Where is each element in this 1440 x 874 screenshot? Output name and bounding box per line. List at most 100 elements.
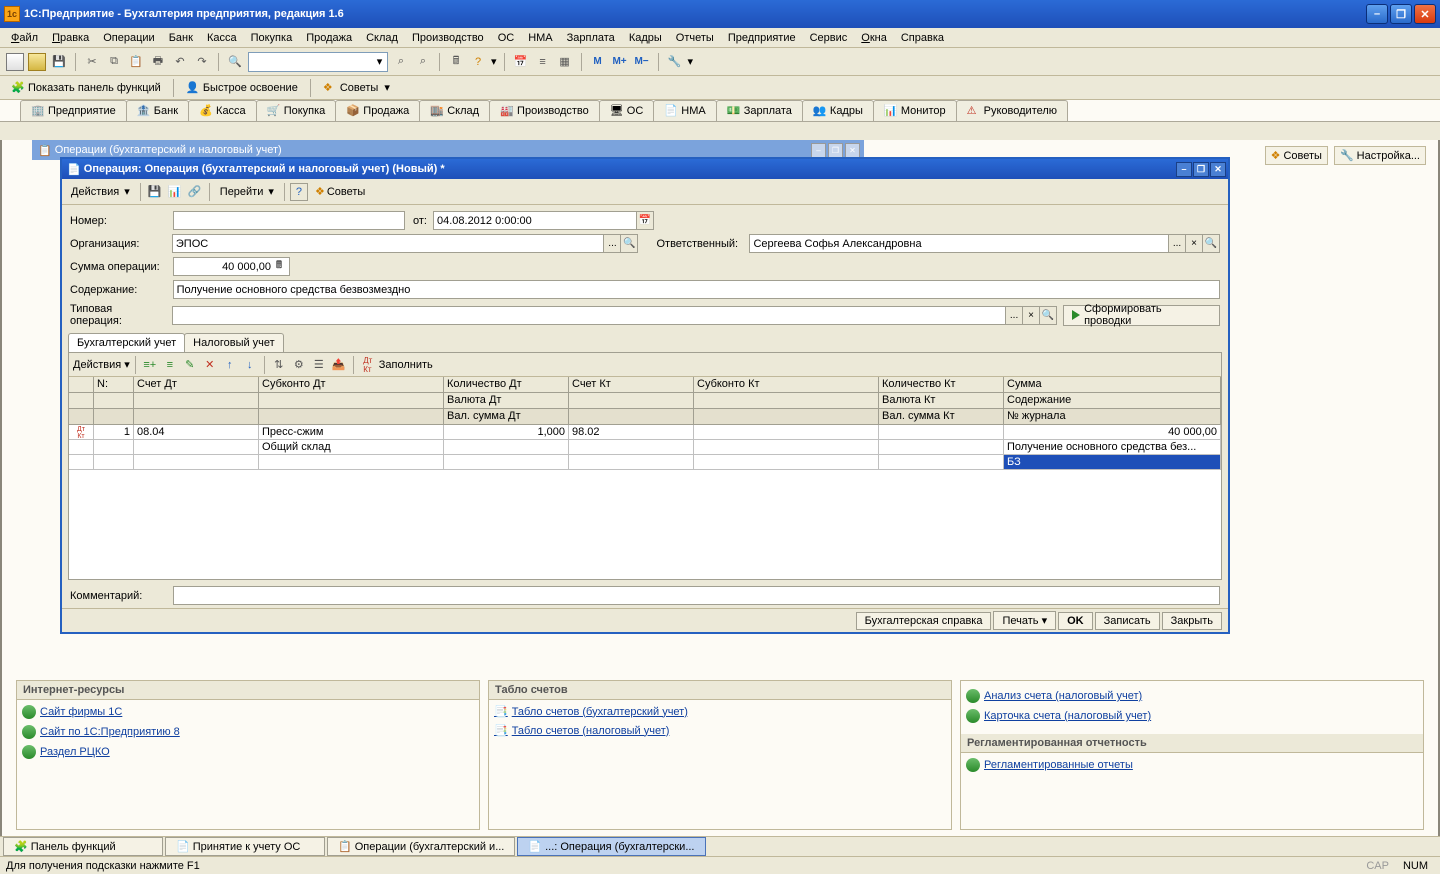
ok-button[interactable]: OK [1058, 612, 1093, 630]
tab-buh[interactable]: Бухгалтерский учет [68, 333, 185, 352]
bgwin-max[interactable]: ❐ [828, 143, 843, 158]
dlg-help-icon[interactable]: ? [290, 183, 308, 201]
generate-button[interactable]: Сформировать проводки [1063, 305, 1220, 326]
navtab-prodazha[interactable]: 📦Продажа [335, 100, 420, 121]
copy-icon[interactable]: ⧉ [105, 53, 123, 71]
menu-edit[interactable]: Правка [45, 30, 96, 46]
dlg-link-icon[interactable]: 🔗 [186, 183, 204, 201]
navtab-os[interactable]: 🖥ОС [599, 100, 655, 121]
undo-icon[interactable]: ↶ [171, 53, 189, 71]
link-tablo-buh[interactable]: 📑Табло счетов (бухгалтерский учет) [494, 705, 688, 718]
bgwin-close[interactable]: ✕ [845, 143, 860, 158]
reference-button[interactable]: Бухгалтерская справка [856, 612, 992, 630]
export-icon[interactable]: 📤 [330, 356, 348, 374]
navtab-production[interactable]: 🏭Производство [489, 100, 600, 121]
dt-kt-icon[interactable]: ДтКт [359, 356, 377, 374]
menu-windows[interactable]: Окна [854, 30, 894, 46]
link-card[interactable]: Карточка счета (налоговый учет) [966, 709, 1151, 723]
open-icon[interactable] [28, 53, 46, 71]
delete-row-icon[interactable]: ✕ [201, 356, 219, 374]
minimize-button[interactable]: – [1366, 4, 1388, 24]
print-icon[interactable]: 🖶 [149, 53, 167, 71]
menu-operations[interactable]: Операции [96, 30, 161, 46]
move-down-icon[interactable]: ↓ [241, 356, 259, 374]
resp-input[interactable]: Сергеева Софья Александровна...×🔍 [749, 234, 1220, 253]
navtab-zarplata[interactable]: 💵Зарплата [716, 100, 803, 121]
navtab-enterprise[interactable]: 🏢Предприятие [20, 100, 127, 121]
search-combo[interactable]: ▾ [248, 52, 388, 72]
calendar-icon[interactable]: 📅 [636, 212, 653, 229]
link-1c8-site[interactable]: Сайт по 1С:Предприятию 8 [22, 725, 180, 739]
menu-kassa[interactable]: Касса [200, 30, 244, 46]
menu-service[interactable]: Сервис [803, 30, 855, 46]
dlg-close[interactable]: ✕ [1210, 162, 1226, 177]
m-minus-icon[interactable]: M− [633, 53, 651, 71]
config-icon[interactable]: ⚙ [290, 356, 308, 374]
navtab-bank[interactable]: 🏦Банк [126, 100, 189, 121]
dlg-actions[interactable]: Действия ▾ [66, 183, 135, 200]
filter2-icon[interactable]: ⌕ [414, 53, 432, 71]
navtab-pokupka[interactable]: 🛒Покупка [256, 100, 337, 121]
dlg-goto[interactable]: Перейти ▾ [215, 183, 279, 200]
sum-input[interactable]: 40 000,00🖩 [173, 257, 290, 276]
search-icon[interactable]: 🔍 [226, 53, 244, 71]
show-panel-button[interactable]: 🧩Показать панель функций [6, 79, 166, 97]
save-icon[interactable]: 💾 [50, 53, 68, 71]
calculator-icon[interactable]: 🖩 [271, 259, 287, 275]
close-button[interactable]: Закрыть [1162, 612, 1222, 630]
menu-kadry[interactable]: Кадры [622, 30, 669, 46]
task-operations[interactable]: 📋Операции (бухгалтерский и... [327, 837, 515, 856]
rpanel-settings[interactable]: 🔧Настройка... [1334, 146, 1426, 165]
sort-icon[interactable]: ⇅ [270, 356, 288, 374]
lookup-icon[interactable]: 🔍 [1039, 307, 1056, 324]
write-button[interactable]: Записать [1095, 612, 1160, 630]
task-panel[interactable]: 🧩Панель функций [3, 837, 163, 856]
list-icon[interactable]: ☰ [310, 356, 328, 374]
menu-prodazha[interactable]: Продажа [299, 30, 359, 46]
link-rcko[interactable]: Раздел РЦКО [22, 745, 110, 759]
m-plus-icon[interactable]: M+ [611, 53, 629, 71]
rpanel-tips[interactable]: ❖Советы [1265, 146, 1328, 165]
dlg-tips[interactable]: ❖Советы [310, 183, 370, 200]
dlg-max[interactable]: ❐ [1193, 162, 1209, 177]
menu-sklad[interactable]: Склад [359, 30, 405, 46]
selected-cell[interactable]: БЗ [1004, 455, 1221, 470]
menu-pokupka[interactable]: Покупка [244, 30, 300, 46]
list-icon[interactable]: ≡ [534, 53, 552, 71]
redo-icon[interactable]: ↷ [193, 53, 211, 71]
navtab-nma[interactable]: 📄НМА [653, 100, 716, 121]
lookup-icon[interactable]: 🔍 [620, 235, 637, 252]
navtab-sklad[interactable]: 🏬Склад [419, 100, 490, 121]
date-input[interactable]: 04.08.2012 0:00:00📅 [433, 211, 654, 230]
ellipsis-icon[interactable]: ... [1005, 307, 1022, 324]
link-reglament[interactable]: Регламентированные отчеты [966, 758, 1133, 772]
dlg-min[interactable]: – [1176, 162, 1192, 177]
menu-file[interactable]: Файл [4, 30, 45, 46]
menu-production[interactable]: Производство [405, 30, 491, 46]
menu-help[interactable]: Справка [894, 30, 951, 46]
menu-nma[interactable]: НМА [521, 30, 559, 46]
table-row[interactable]: БЗ [69, 455, 1221, 470]
quick-learn-button[interactable]: 👤Быстрое освоение [181, 79, 303, 97]
m-icon[interactable]: M [589, 53, 607, 71]
navtab-manager[interactable]: ⚠Руководителю [956, 100, 1068, 121]
tools-icon[interactable]: 🔧 [666, 53, 684, 71]
close-button[interactable]: ✕ [1414, 4, 1436, 24]
print-button[interactable]: Печать ▾ [993, 611, 1056, 630]
navtab-kassa[interactable]: 💰Касса [188, 100, 257, 121]
ellipsis-icon[interactable]: ... [1168, 235, 1185, 252]
dlg-report-icon[interactable]: 📊 [166, 183, 184, 201]
menu-zarplata[interactable]: Зарплата [560, 30, 622, 46]
help-icon[interactable]: ? [469, 53, 487, 71]
dlg-save-icon[interactable]: 💾 [146, 183, 164, 201]
new-icon[interactable] [6, 53, 24, 71]
clear-icon[interactable]: × [1022, 307, 1039, 324]
tab-nal[interactable]: Налоговый учет [184, 333, 284, 352]
menu-os[interactable]: ОС [491, 30, 522, 46]
tips-button[interactable]: ❖Советы ▾ [318, 79, 395, 97]
lookup-icon[interactable]: 🔍 [1202, 235, 1219, 252]
link-analysis[interactable]: Анализ счета (налоговый учет) [966, 689, 1142, 703]
menu-enterprise[interactable]: Предприятие [721, 30, 803, 46]
navtab-monitor[interactable]: 📊Монитор [873, 100, 957, 121]
link-1c-site[interactable]: Сайт фирмы 1С [22, 705, 122, 719]
